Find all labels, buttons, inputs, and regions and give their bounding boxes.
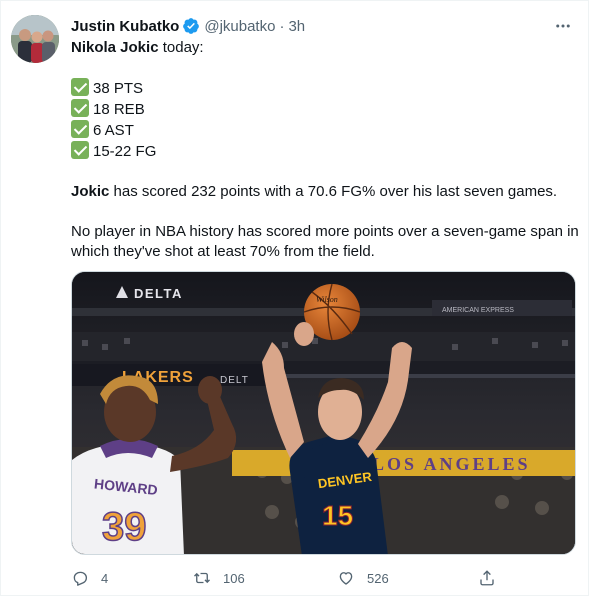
stat-text: 38 PTS (93, 80, 144, 97)
intro-line: Nikola Jokic today: (71, 38, 576, 58)
delta-sign: DELTA (134, 286, 183, 301)
stat-text: 6 AST (93, 122, 134, 139)
retweet-icon (194, 572, 210, 584)
tweet-header: Justin Kubatko @jkubatko · 3h (71, 15, 305, 37)
check-mark-icon (71, 141, 89, 159)
intro-rest: today: (158, 39, 204, 56)
paragraph-2-line-2: which they've shot at least 70% from the… (71, 243, 375, 260)
delta-sign-2: DELT (220, 375, 249, 386)
intro-player-name: Nikola Jokic (71, 39, 159, 56)
check-mark-icon (71, 78, 89, 96)
reply-icon (73, 571, 88, 586)
reply-button[interactable]: 4 (71, 569, 108, 587)
basketball-photo: AMERICAN EXPRESS DELTA LAKERS DELT LOS A… (72, 272, 575, 554)
jersey-number-39: 39 (102, 505, 147, 549)
tweet-text: Nikola Jokic today: 38 PTS 18 REB 6 AST … (71, 38, 579, 262)
tweet-card[interactable]: Justin Kubatko @jkubatko · 3h Nikola Jok… (0, 0, 589, 596)
tweet-actions: 4 106 526 (71, 567, 531, 589)
check-mark-icon (71, 120, 89, 138)
stat-line: 38 PTS (71, 78, 576, 99)
more-options-icon[interactable] (552, 15, 574, 37)
like-icon (339, 572, 353, 585)
timestamp[interactable]: 3h (288, 18, 305, 35)
paragraph-1-rest: has scored 232 points with a 70.6 FG% ov… (109, 183, 558, 200)
share-button[interactable] (478, 569, 496, 587)
stat-text: 18 REB (93, 101, 145, 118)
stat-line: 6 AST (71, 120, 576, 141)
reply-count: 4 (101, 570, 109, 586)
check-mark-icon (71, 99, 89, 117)
stat-line: 15-22 FG (71, 141, 576, 162)
handle[interactable]: @jkubatko (204, 18, 275, 35)
separator-dot: · (279, 17, 285, 35)
tweet-media-photo[interactable]: AMERICAN EXPRESS DELTA LAKERS DELT LOS A… (71, 271, 576, 555)
stat-line: 18 REB (71, 99, 576, 120)
ball-brand-text: Wilson (316, 295, 338, 304)
display-name[interactable]: Justin Kubatko (71, 18, 179, 35)
retweet-count: 106 (223, 570, 245, 586)
jersey-number-15: 15 (322, 500, 353, 531)
avatar-photo (11, 15, 59, 63)
amex-sign: AMERICAN EXPRESS (442, 307, 514, 314)
retweet-button[interactable]: 106 (193, 569, 245, 587)
stat-text: 15-22 FG (93, 143, 157, 160)
share-icon (480, 570, 494, 586)
like-count: 526 (367, 570, 389, 586)
paragraph-2-line-1: No player in NBA history has scored more… (71, 223, 579, 240)
avatar[interactable] (11, 15, 59, 63)
like-button[interactable]: 526 (337, 569, 389, 587)
los-angeles-banner: LOS ANGELES (372, 454, 531, 474)
paragraph-1: Jokic has scored 232 points with a 70.6 … (71, 182, 576, 202)
paragraph-1-bold: Jokic (71, 183, 110, 200)
verified-badge-icon (183, 18, 200, 34)
